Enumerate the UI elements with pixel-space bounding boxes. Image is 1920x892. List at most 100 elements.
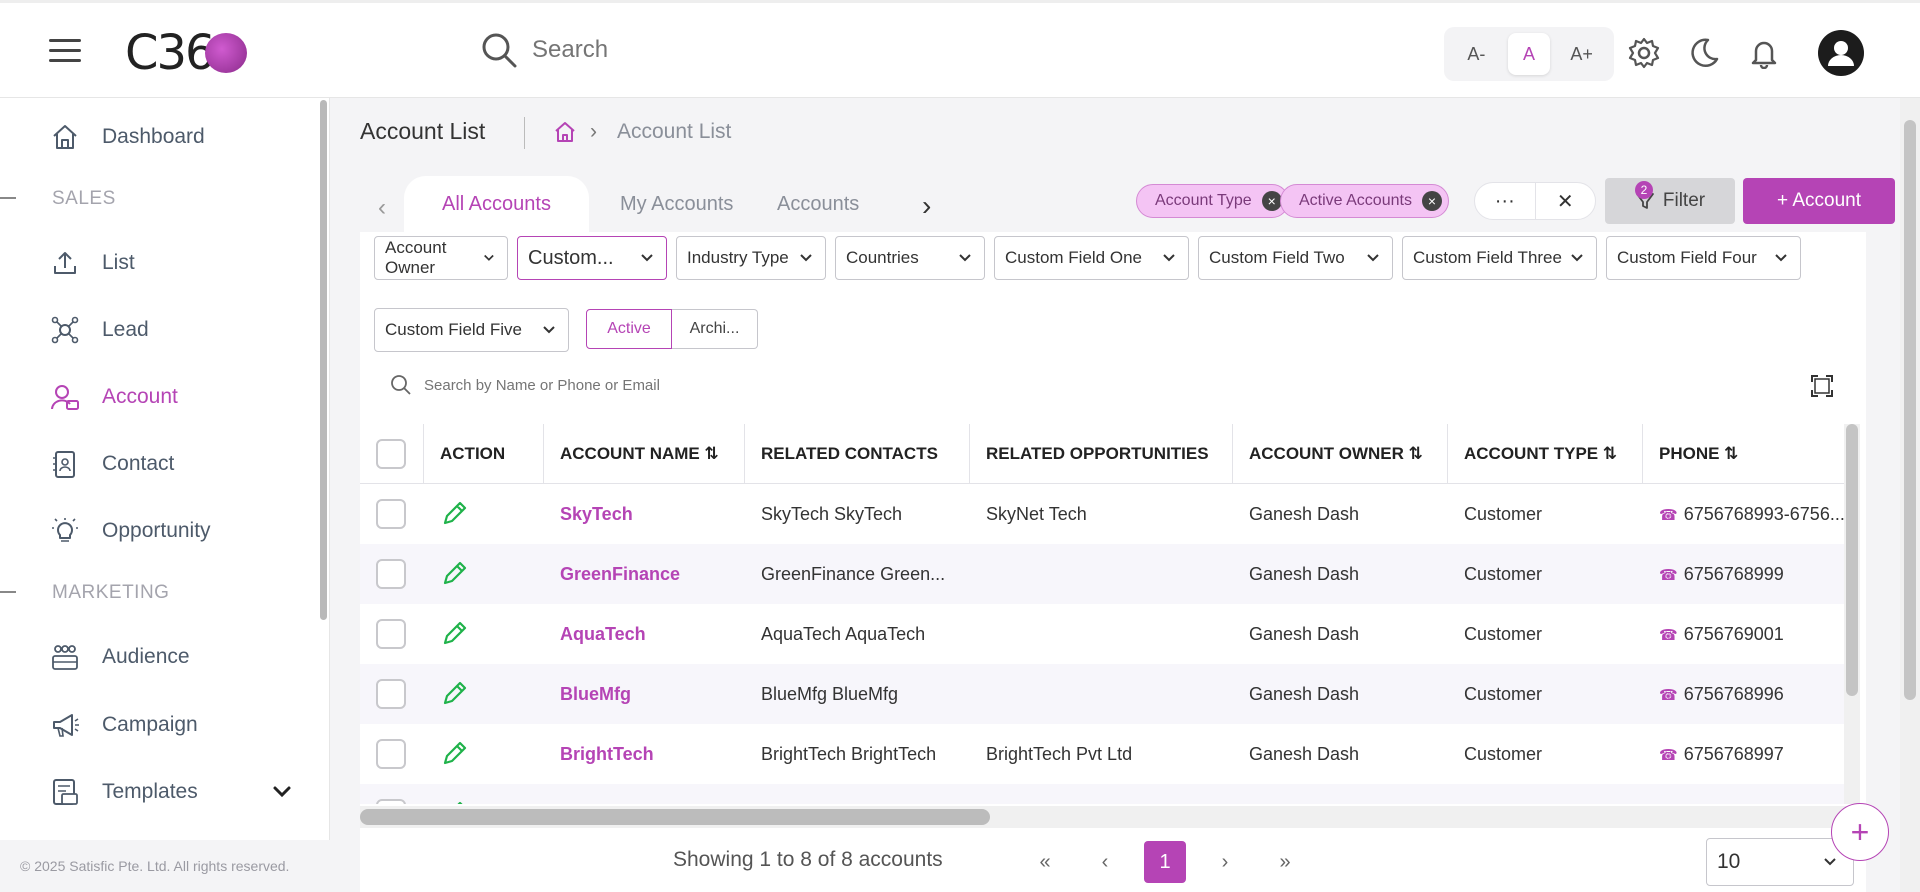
prev-page-icon[interactable]: ‹ <box>1084 841 1126 883</box>
table-header: ACTION ACCOUNT NAME ⇅ RELATED CONTACTS R… <box>360 424 1844 484</box>
row-checkbox[interactable] <box>376 679 406 709</box>
sidebar-item-lead[interactable]: Lead <box>50 315 149 345</box>
filter-countries[interactable]: Countries <box>835 236 985 280</box>
page-number-current[interactable]: 1 <box>1144 841 1186 883</box>
phone-number[interactable]: 6756768993-6756... <box>1659 504 1844 525</box>
home-icon[interactable] <box>554 121 576 143</box>
sidebar-item-account[interactable]: Account <box>50 382 178 412</box>
sidebar-item-dashboard[interactable]: Dashboard <box>50 122 205 152</box>
sidebar-item-opportunity[interactable]: Opportunity <box>50 516 211 546</box>
edit-pencil-icon[interactable] <box>440 680 468 708</box>
user-avatar-icon[interactable] <box>1818 30 1864 76</box>
account-name-link[interactable]: BrightTech <box>544 724 745 784</box>
filter-custom-field-five[interactable]: Custom Field Five <box>374 308 569 352</box>
table-row[interactable]: SkyTech SkyTech SkyTech SkyNet Tech Ganesh … <box>360 484 1844 544</box>
sidebar-item-label: Account <box>102 385 178 408</box>
account-name-link[interactable]: SkyTech <box>544 484 745 544</box>
add-account-button[interactable]: + Account <box>1743 178 1895 224</box>
table-row[interactable]: BrightTech BrightTech BrightTech BrightTec… <box>360 724 1844 784</box>
account-name-link[interactable]: AquaTech <box>544 604 745 664</box>
phone-number[interactable]: 6756769001 <box>1659 624 1784 645</box>
chip-remove-icon[interactable]: × <box>1421 191 1442 211</box>
table-row[interactable]: AquaTech AquaTech AquaTech Ganesh Dash Cust… <box>360 604 1844 664</box>
tab-prev-icon[interactable]: ‹ <box>378 194 386 222</box>
chevron-down-icon[interactable] <box>272 785 292 799</box>
filter-custom-field-two[interactable]: Custom Field Two <box>1198 236 1393 280</box>
row-checkbox[interactable] <box>376 559 406 589</box>
table-search-input[interactable] <box>424 376 824 394</box>
row-checkbox[interactable] <box>376 739 406 769</box>
table-row[interactable]: BlueMfg BlueMfg BlueMfg Ganesh Dash Custome… <box>360 664 1844 724</box>
table-row[interactable]: NovaEnergyNovaEnergy NovaEn... Ganesh Das… <box>360 784 1844 804</box>
header-phone[interactable]: PHONE ⇅ <box>1643 424 1844 484</box>
account-name-link[interactable]: GreenFinance <box>544 544 745 604</box>
bell-icon[interactable] <box>1748 37 1780 69</box>
sidebar-item-contact[interactable]: Contact <box>50 449 174 479</box>
account-name-link[interactable]: NovaEnergy <box>544 784 745 805</box>
sidebar-item-audience[interactable]: Audience <box>50 642 190 672</box>
clear-filters-button[interactable]: ✕ <box>1536 183 1596 219</box>
font-size-control: A- A A+ <box>1444 27 1614 81</box>
fab-add-button[interactable]: + <box>1831 803 1889 861</box>
sidebar-item-label: Opportunity <box>102 519 211 542</box>
chip-remove-icon[interactable]: × <box>1261 191 1282 211</box>
phone-number[interactable]: 6756768996 <box>1659 684 1784 705</box>
edit-pencil-icon[interactable] <box>440 800 468 804</box>
moon-icon[interactable] <box>1688 37 1720 69</box>
table-row[interactable]: GreenFinance GreenFinance Green... Ganesh … <box>360 544 1844 604</box>
row-checkbox[interactable] <box>376 499 406 529</box>
first-page-icon[interactable]: « <box>1024 841 1066 883</box>
font-increase-button[interactable]: A+ <box>1561 33 1603 75</box>
phone-number[interactable]: 6756768997 <box>1659 744 1784 765</box>
global-search-input[interactable] <box>532 36 932 64</box>
filter-custom-field-three[interactable]: Custom Field Three <box>1402 236 1597 280</box>
next-page-icon[interactable]: › <box>1204 841 1246 883</box>
logo[interactable]: C36 <box>125 25 216 81</box>
account-name-link[interactable]: BlueMfg <box>544 664 745 724</box>
phone-number[interactable]: 6756768995 <box>1659 804 1784 805</box>
chip-label: Active Accounts <box>1299 192 1412 209</box>
table-horizontal-scrollbar[interactable] <box>360 806 1846 828</box>
account-type-cell: Customer <box>1464 743 1543 764</box>
select-all-checkbox[interactable] <box>376 439 406 469</box>
sidebar-scrollbar[interactable] <box>320 100 327 620</box>
filter-label: Custom Field Five <box>385 320 522 339</box>
header-account-owner[interactable]: ACCOUNT OWNER ⇅ <box>1233 424 1448 484</box>
filter-account-owner[interactable]: Account Owner <box>374 236 508 280</box>
edit-pencil-icon[interactable] <box>440 620 468 648</box>
tab-next-icon[interactable]: › <box>922 190 931 222</box>
edit-pencil-icon[interactable] <box>440 740 468 768</box>
font-decrease-button[interactable]: A- <box>1455 33 1497 75</box>
last-page-icon[interactable]: » <box>1264 841 1306 883</box>
phone-number[interactable]: 6756768999 <box>1659 564 1784 585</box>
tab-all-accounts[interactable]: All Accounts <box>404 176 589 232</box>
table-vertical-scrollbar[interactable] <box>1844 424 1860 804</box>
filter-custom-field-one[interactable]: Custom Field One <box>994 236 1189 280</box>
page-scrollbar[interactable] <box>1900 98 1920 892</box>
tab-accounts[interactable]: Accounts <box>739 176 895 232</box>
gear-icon[interactable] <box>1628 37 1660 69</box>
sidebar-item-campaign[interactable]: Campaign <box>50 710 198 740</box>
edit-pencil-icon[interactable] <box>440 500 468 528</box>
header-account-name[interactable]: ACCOUNT NAME ⇅ <box>544 424 745 484</box>
chevron-down-icon <box>543 326 555 334</box>
filter-custom-field-four[interactable]: Custom Field Four <box>1606 236 1801 280</box>
header-account-type[interactable]: ACCOUNT TYPE ⇅ <box>1448 424 1643 484</box>
font-default-button[interactable]: A <box>1507 33 1550 75</box>
menu-icon[interactable] <box>49 39 81 63</box>
filter-custom[interactable]: Custom... <box>517 236 667 280</box>
status-active-button[interactable]: Active <box>586 309 672 349</box>
rows-per-page-select[interactable]: 10 <box>1706 838 1854 886</box>
header-select <box>360 424 424 484</box>
more-options-button[interactable]: ··· <box>1475 183 1536 219</box>
status-archived-button[interactable]: Archi... <box>672 309 758 349</box>
edit-pencil-icon[interactable] <box>440 560 468 588</box>
filter-industry-type[interactable]: Industry Type <box>676 236 826 280</box>
sidebar-item-list[interactable]: List <box>50 248 135 278</box>
main-content: Account List › Account List ‹ All Accoun… <box>330 98 1900 892</box>
row-checkbox[interactable] <box>376 619 406 649</box>
fullscreen-icon[interactable] <box>1810 374 1834 398</box>
filter-button[interactable]: 2 Filter <box>1605 178 1735 224</box>
row-checkbox[interactable] <box>376 799 406 804</box>
sidebar-item-templates[interactable]: Templates <box>50 777 292 807</box>
